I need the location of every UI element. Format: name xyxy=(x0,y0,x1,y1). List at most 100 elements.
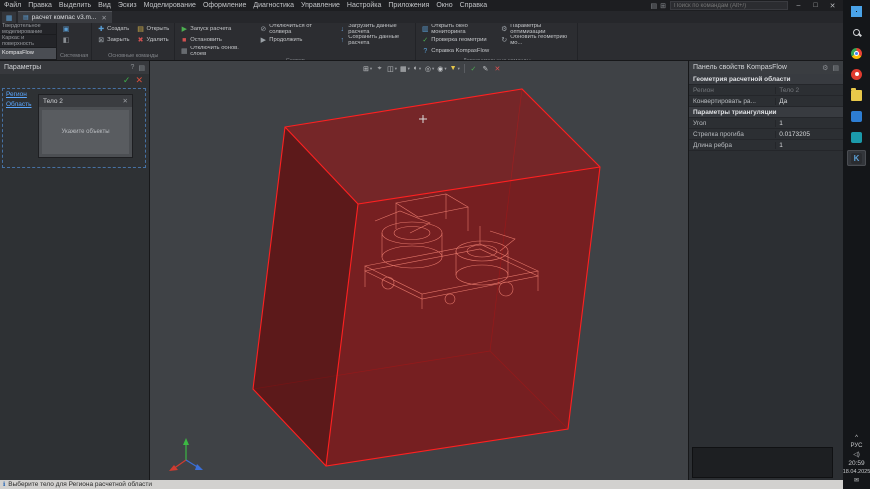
ribbon-btn-load-calc-data[interactable]: ↓Загрузить данные расчета xyxy=(336,24,412,35)
mesh-view-icon[interactable]: ▦▾ xyxy=(399,63,411,74)
parameters-content: Регион Область Тело 2 ✕ Укажите объекты xyxy=(2,88,147,479)
menu-tool-icon-0[interactable]: ▤ xyxy=(651,2,658,10)
filter-funnel-icon[interactable]: ▼▾ xyxy=(449,63,461,74)
menu-tool-icon-1[interactable]: ⊞ xyxy=(660,2,666,10)
instrument-tab-kompasflow[interactable]: KompasFlow xyxy=(0,48,56,60)
ribbon-btn-open-project[interactable]: ▤Открыть xyxy=(135,24,172,35)
ribbon-btn-optimization-params[interactable]: ⚙Параметры оптимизации xyxy=(498,24,574,35)
link-region[interactable]: Регион xyxy=(6,91,32,98)
parameters-panel-header: Параметры ? ▤ xyxy=(0,61,149,74)
tray-expand-icon[interactable]: ^ xyxy=(855,435,858,441)
ribbon-btn-run-calculation[interactable]: ▶Запуск расчета xyxy=(178,24,254,35)
gear-icon[interactable]: ⚙ xyxy=(822,64,828,72)
ribbon-btn-stop-calculation[interactable]: ■Остановить xyxy=(178,35,254,46)
chevron-down-icon: ▾ xyxy=(432,66,434,72)
ribbon-btn-close-project[interactable]: ⊠Закрыть xyxy=(95,35,131,46)
computational-domain-cube[interactable] xyxy=(253,89,600,466)
taskbar-icon-app-blue[interactable] xyxy=(847,108,866,124)
body-card-close-icon[interactable]: ✕ xyxy=(123,97,128,105)
menu-item-3[interactable]: Вид xyxy=(98,2,111,9)
display-mode-icon[interactable]: ◫▾ xyxy=(386,63,398,74)
menu-item-10[interactable]: Приложения xyxy=(388,2,429,9)
ribbon-btn-open-monitoring[interactable]: ▥Открыть окно мониторинга xyxy=(419,24,495,35)
instrument-tab-каркас-и-поверхность[interactable]: Каркас и поверхность xyxy=(0,35,56,47)
ribbon-btn-disconnect-solver[interactable]: ⊘Отключиться от солвера xyxy=(257,24,333,35)
locate-icon[interactable]: ⌖ xyxy=(374,63,385,74)
chevron-down-icon: ▾ xyxy=(419,66,421,72)
menu-item-9[interactable]: Настройка xyxy=(347,2,381,9)
menu-bar: Файл Правка Выделить Вид Эскиз Моделирование О… xyxy=(0,0,843,11)
taskbar-icon-search[interactable] xyxy=(847,24,866,40)
menu-item-4[interactable]: Эскиз xyxy=(118,2,137,9)
menu-item-11[interactable]: Окно xyxy=(436,2,452,9)
volume-icon[interactable]: ◁) xyxy=(853,451,860,458)
scene-canvas[interactable] xyxy=(150,61,688,480)
ribbon-groups: ▣◧Системная✚Создать⊠Закрыть ▤Открыть✖Удал… xyxy=(57,23,578,60)
taskbar-icon-app-red[interactable] xyxy=(847,66,866,82)
ribbon-btn-kompasflow-help[interactable]: ?Справка KompasFlow xyxy=(419,46,495,57)
ribbon-group-3: ▥Открыть окно мониторинга✓Проверка геоме… xyxy=(416,23,578,60)
apply-button[interactable]: ✓ xyxy=(123,75,131,86)
instrument-tab-твердотельное-моделирование[interactable]: Твердотельное моделирование xyxy=(0,23,56,35)
menu-item-12[interactable]: Справка xyxy=(460,2,487,9)
maximize-button[interactable]: □ xyxy=(809,2,822,9)
taskbar-icon-kompas-3d[interactable] xyxy=(847,150,866,166)
parameters-panel-title: Параметры xyxy=(4,64,41,71)
ribbon-btn-delete-project[interactable]: ✖Удалить xyxy=(135,35,172,46)
property-value[interactable]: Тело 2 xyxy=(775,87,843,94)
cancel-button[interactable]: ✕ xyxy=(135,75,143,86)
visibility-icon[interactable]: ◉▾ xyxy=(436,63,447,74)
taskbar-icon-browser[interactable] xyxy=(847,45,866,61)
ribbon-group-0: ▣◧Системная xyxy=(57,23,92,60)
close-button[interactable]: ✕ xyxy=(826,2,839,10)
shading-mode-icon[interactable]: ◐▾ xyxy=(412,63,423,74)
property-value[interactable]: 1 xyxy=(775,120,843,127)
menu-item-5[interactable]: Моделирование xyxy=(144,2,196,9)
ribbon-btn-check-geometry[interactable]: ✓Проверка геометрии xyxy=(419,35,495,46)
ribbon-btn-save-calc-data[interactable]: ↑Сохранить данные расчета xyxy=(336,35,412,46)
frame-select-icon[interactable]: ⊞▾ xyxy=(362,63,373,74)
help-icon[interactable]: ? xyxy=(130,64,134,72)
command-search-input[interactable] xyxy=(670,1,788,10)
ribbon-btn-system-tree[interactable]: ◧ xyxy=(60,35,88,46)
ribbon-btn-toggle-layers[interactable]: ▦Отключить обнов. слоев xyxy=(178,46,254,57)
ribbon-btn-create-project[interactable]: ✚Создать xyxy=(95,24,131,35)
document-tab[interactable]: ▤ расчет компас v3.m... ✕ xyxy=(18,11,112,23)
clock-time[interactable]: 20:59 xyxy=(848,460,864,467)
viewport-3d[interactable]: ⊞▾⌖◫▾▦▾◐▾◎▾◉▾▼▾ ✓✎✕ xyxy=(150,61,688,480)
property-value[interactable]: 0.0173205 xyxy=(775,131,843,138)
confirm-icon[interactable]: ✓ xyxy=(468,63,479,74)
chevron-down-icon: ▾ xyxy=(408,66,410,72)
app-menu-icon[interactable]: ▦ xyxy=(2,12,16,23)
menu-item-0[interactable]: Файл xyxy=(4,2,21,9)
property-value[interactable]: Да xyxy=(775,98,843,105)
menu-item-2[interactable]: Выделить xyxy=(59,2,91,9)
menu-right-icons: ▤⊞ xyxy=(651,2,667,10)
minimize-button[interactable]: – xyxy=(792,2,805,9)
document-tab-close-icon[interactable]: ✕ xyxy=(101,14,106,22)
ribbon-btn-continue-calculation[interactable]: ▶Продолжить xyxy=(257,35,333,46)
menu-item-1[interactable]: Правка xyxy=(28,2,52,9)
panel-menu-icon[interactable]: ▤ xyxy=(138,64,145,72)
menu-item-7[interactable]: Диагностика xyxy=(253,2,294,9)
notifications-icon[interactable]: ✉ xyxy=(854,477,859,484)
ribbon-btn-update-geometry[interactable]: ↻Обновить геометрию мо... xyxy=(498,35,574,46)
menu-item-6[interactable]: Оформление xyxy=(203,2,246,9)
orientation-icon[interactable]: ◎▾ xyxy=(424,63,435,74)
document-tab-bar: ▦ ▤ расчет компас v3.m... ✕ xyxy=(0,11,843,23)
property-value[interactable]: 1 xyxy=(775,142,843,149)
ribbon-btn-system-panel[interactable]: ▣ xyxy=(60,24,88,35)
clock-date[interactable]: 18.04.2025 xyxy=(843,469,870,475)
link-oblast[interactable]: Область xyxy=(6,101,32,108)
panel-options-icon[interactable]: ▤ xyxy=(832,64,839,72)
save-calc-data-icon: ↑ xyxy=(338,37,346,45)
chevron-down-icon: ▾ xyxy=(395,66,397,72)
taskbar-icon-app-teal[interactable] xyxy=(847,129,866,145)
body-card[interactable]: Тело 2 ✕ Укажите объекты xyxy=(38,94,133,158)
edit-sketch-icon[interactable]: ✎ xyxy=(480,63,491,74)
language-indicator[interactable]: РУС xyxy=(850,443,862,449)
taskbar-icon-start[interactable] xyxy=(847,3,866,19)
menu-item-8[interactable]: Управление xyxy=(301,2,340,9)
taskbar-icon-file-explorer[interactable] xyxy=(847,87,866,103)
abort-icon[interactable]: ✕ xyxy=(492,63,503,74)
